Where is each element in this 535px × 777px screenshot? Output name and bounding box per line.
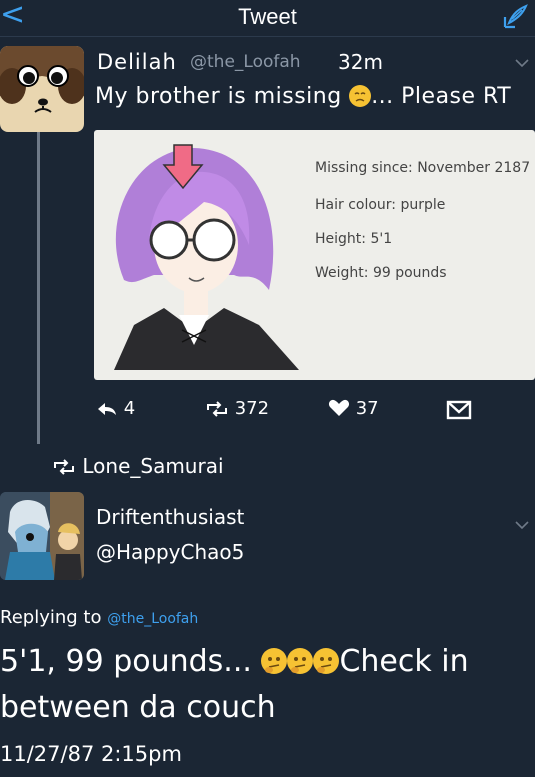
- replying-to: Replying to @the_Loofah: [0, 607, 198, 628]
- portrait-drawing-image: [114, 144, 299, 370]
- retweet-icon: [54, 459, 74, 475]
- reply-timestamp: 11/27/87 2:15pm: [0, 742, 182, 766]
- author-handle[interactable]: @the_Loofah: [190, 52, 301, 72]
- card-missing-since: Missing since: November 2187: [315, 160, 531, 176]
- tweet-media-card[interactable]: Missing since: November 2187 Hair colour…: [94, 130, 535, 380]
- thinking-face-icon: [287, 648, 314, 674]
- reply-text-part: Check in: [339, 644, 469, 679]
- thread-line: [37, 132, 40, 444]
- tweet-text-part: ... Please RT: [371, 84, 512, 109]
- reply-author-handle[interactable]: @HappyChao5: [96, 540, 244, 564]
- like-button[interactable]: 37: [328, 398, 379, 419]
- tweet-time: 32m: [338, 50, 383, 74]
- retweet-count: 372: [234, 398, 270, 419]
- reply-author-name[interactable]: Driftenthusiast: [96, 505, 244, 529]
- tweet-text: My brother is missing ... Please RT: [95, 84, 511, 109]
- card-height: Height: 5'1: [315, 231, 393, 247]
- avatar[interactable]: [0, 492, 84, 580]
- heart-icon: [328, 399, 350, 416]
- chevron-down-icon[interactable]: [515, 520, 529, 530]
- like-count: 37: [355, 398, 379, 419]
- tweet-text-part: My brother is missing: [95, 84, 342, 109]
- reply-body-line-1: 5'1, 99 pounds... Check in: [0, 644, 469, 679]
- page-title: Tweet: [238, 4, 297, 29]
- retweet-icon: [207, 401, 227, 417]
- card-hair-colour: Hair colour: purple: [315, 197, 446, 213]
- thinking-face-icon: [261, 648, 288, 674]
- top-bar: < Tweet: [0, 0, 535, 37]
- reply-body-line-2: between da couch: [0, 690, 276, 725]
- retweeted-by-banner[interactable]: Lone_Samurai: [52, 454, 224, 478]
- direct-message-icon[interactable]: [446, 400, 472, 420]
- reply-button[interactable]: 4: [96, 398, 135, 419]
- author-name[interactable]: Delilah: [97, 50, 177, 74]
- reply-count: 4: [123, 398, 136, 419]
- replying-to-label: Replying to: [0, 607, 102, 628]
- reply-icon: [98, 403, 116, 415]
- retweeter-name: Lone_Samurai: [82, 454, 224, 478]
- disappointed-face-icon: [349, 85, 372, 107]
- replying-to-handle[interactable]: @the_Loofah: [107, 611, 198, 627]
- thinking-face-icon: [313, 648, 340, 674]
- dog-avatar-image: [0, 46, 84, 132]
- character-avatar-image: [0, 492, 84, 580]
- chevron-down-icon[interactable]: [515, 58, 529, 68]
- avatar[interactable]: [0, 46, 84, 132]
- compose-icon[interactable]: [501, 3, 529, 31]
- reply-text-part: 5'1, 99 pounds...: [0, 644, 252, 679]
- card-weight: Weight: 99 pounds: [315, 265, 447, 281]
- retweet-button[interactable]: 372: [205, 398, 269, 419]
